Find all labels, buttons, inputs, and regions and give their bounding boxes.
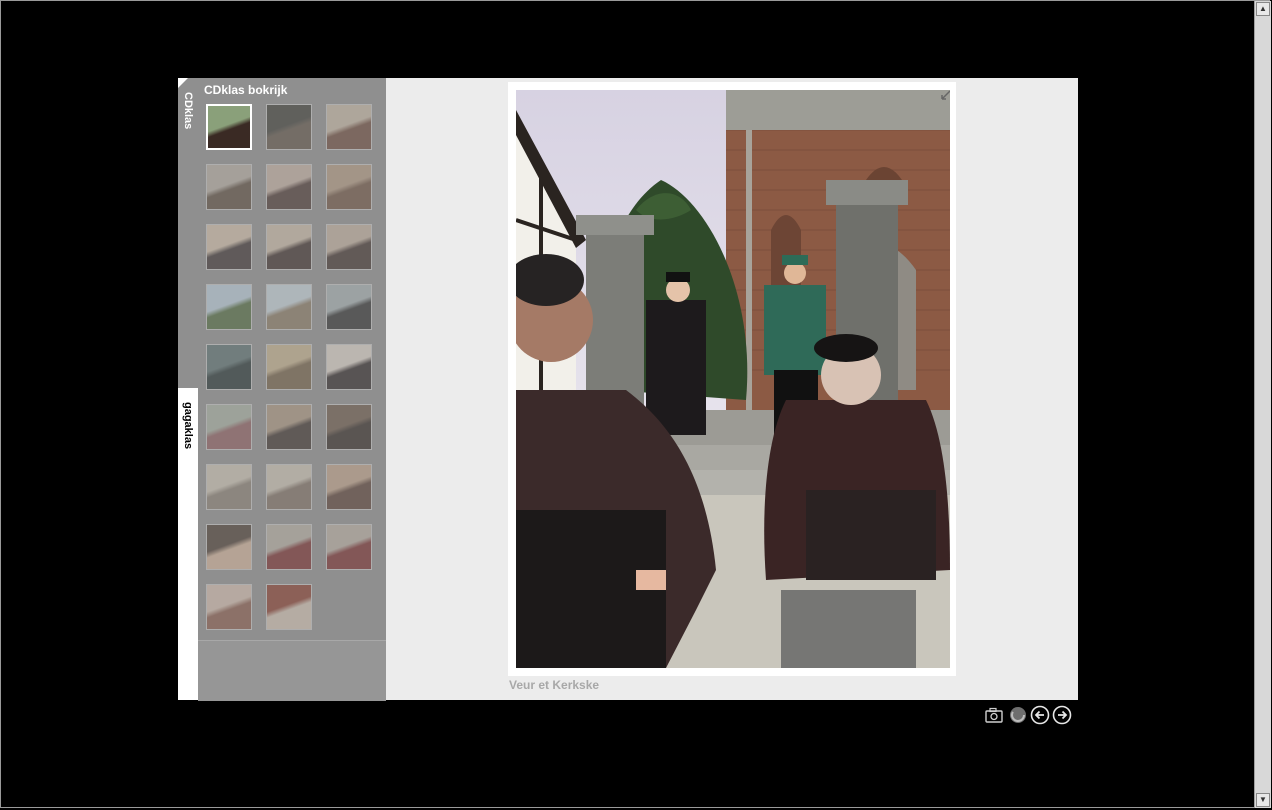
photo-thumbnail[interactable]: [326, 104, 372, 150]
photo-thumbnail[interactable]: [326, 224, 372, 270]
photo-thumbnail[interactable]: [206, 284, 252, 330]
photo-thumbnail[interactable]: [266, 224, 312, 270]
photo-thumbnail[interactable]: [266, 524, 312, 570]
photo-thumbnail[interactable]: [266, 284, 312, 330]
photo-thumbnail[interactable]: [326, 344, 372, 390]
vertical-scrollbar[interactable]: ▲ ▼: [1254, 1, 1271, 808]
photo-thumbnail[interactable]: [206, 404, 252, 450]
camera-icon[interactable]: [984, 705, 1004, 725]
fullscreen-icon[interactable]: [940, 90, 950, 101]
tab-cdklas[interactable]: CDklas: [178, 78, 198, 388]
thumbnail-panel-footer: [198, 640, 386, 701]
main-photo[interactable]: [516, 90, 950, 668]
slideshow-icon[interactable]: [1008, 705, 1028, 725]
photo-thumbnail[interactable]: [326, 284, 372, 330]
photo-thumbnail[interactable]: [266, 344, 312, 390]
scroll-up-icon[interactable]: ▲: [1256, 2, 1270, 16]
photo-thumbnail[interactable]: [206, 104, 252, 150]
photo-thumbnail[interactable]: [266, 104, 312, 150]
album-tabs: CDklas gagaklas: [178, 78, 198, 700]
photo-caption: Veur et Kerkske: [509, 678, 600, 692]
main-photo-frame: [508, 82, 956, 676]
photo-thumbnail[interactable]: [266, 464, 312, 510]
photo-thumbnail[interactable]: [206, 164, 252, 210]
photo-thumbnail[interactable]: [266, 584, 312, 630]
tab-corner: [178, 78, 188, 88]
tab-gagaklas[interactable]: gagaklas: [178, 388, 198, 700]
photo-thumbnail[interactable]: [266, 404, 312, 450]
photo-thumbnail[interactable]: [326, 164, 372, 210]
tab-label: gagaklas: [182, 402, 194, 450]
photo-thumbnail[interactable]: [326, 524, 372, 570]
photo-thumbnail[interactable]: [266, 164, 312, 210]
photo-thumbnail[interactable]: [206, 464, 252, 510]
photo-thumbnail[interactable]: [206, 224, 252, 270]
photo-thumbnail[interactable]: [326, 464, 372, 510]
album-title: CDklas bokrijk: [204, 83, 288, 97]
photo-thumbnail[interactable]: [206, 524, 252, 570]
photo-thumbnail[interactable]: [206, 584, 252, 630]
photo-thumbnail[interactable]: [206, 344, 252, 390]
thumbnail-panel: CDklas bokrijk: [198, 78, 386, 701]
gallery-stage: CDklas gagaklas CDklas bokrijk Veur et K…: [178, 78, 1078, 701]
tab-label: CDklas: [182, 92, 194, 130]
previous-icon[interactable]: [1030, 705, 1050, 725]
next-icon[interactable]: [1052, 705, 1072, 725]
photo-thumbnail[interactable]: [326, 404, 372, 450]
scroll-down-icon[interactable]: ▼: [1256, 793, 1270, 807]
